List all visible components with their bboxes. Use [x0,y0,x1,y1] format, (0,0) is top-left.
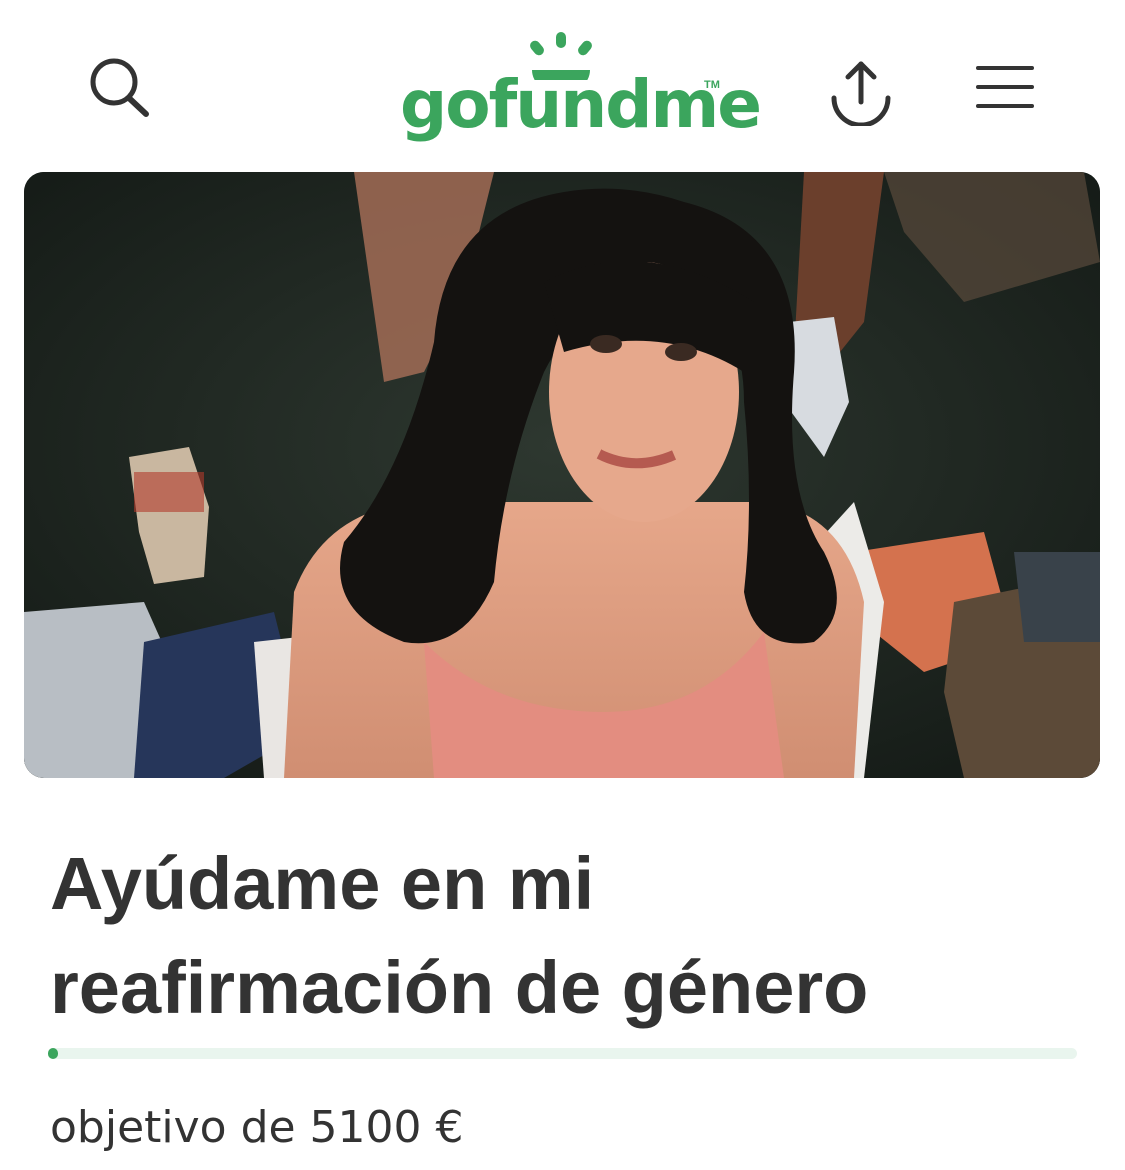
donation-progress-bar [48,1048,1077,1059]
hamburger-menu-icon[interactable] [974,62,1036,114]
top-nav-bar: gofundme TM [0,0,1125,170]
search-icon[interactable] [84,52,156,124]
campaign-hero-image[interactable] [24,172,1100,778]
goal-amount: objetivo de 5100 € [50,1102,464,1153]
campaign-photo [24,172,1100,778]
logo-trademark: TM [704,79,720,91]
share-upload-icon[interactable] [826,56,896,128]
donation-progress-fill [48,1048,58,1059]
gofundme-logo[interactable]: gofundme TM [400,30,762,150]
campaign-title: Ayúdame en mi reafirmación de género [50,842,869,1029]
